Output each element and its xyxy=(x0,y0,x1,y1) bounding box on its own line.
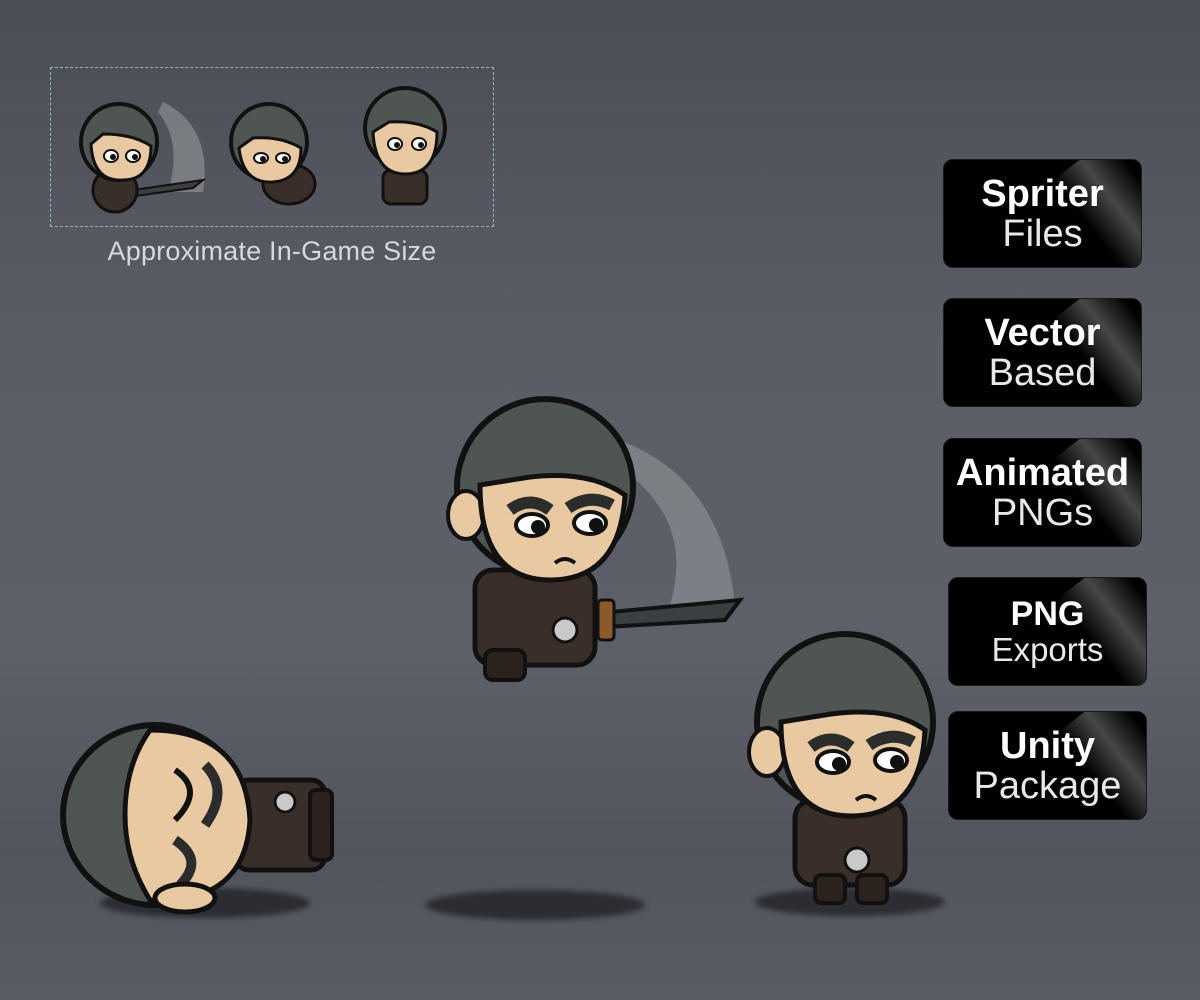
game-asset-preview: Approximate In-Game Size Spriter Files V… xyxy=(0,0,1200,1000)
badge-title: Unity xyxy=(1000,724,1095,767)
badge-subtitle: Files xyxy=(1002,212,1083,255)
badge-subtitle: Based xyxy=(988,351,1097,394)
character-idle-pose xyxy=(747,631,936,905)
feature-badge-png-exports: PNG Exports xyxy=(948,577,1147,686)
badge-title: Spriter xyxy=(981,172,1104,215)
in-game-size-preview xyxy=(50,67,494,227)
preview-caption: Approximate In-Game Size xyxy=(107,236,437,266)
badge-title: Vector xyxy=(984,311,1101,354)
character-dead-pose xyxy=(60,722,334,915)
small-character-attack xyxy=(79,102,207,214)
badge-title: Animated xyxy=(955,451,1130,494)
feature-badge-vector-based: Vector Based xyxy=(943,298,1142,407)
ground-shadow xyxy=(425,890,645,920)
small-character-idle xyxy=(363,86,447,206)
badge-title: PNG xyxy=(1010,595,1085,633)
badge-subtitle: PNGs xyxy=(991,491,1094,534)
feature-badge-animated-pngs: Animated PNGs xyxy=(943,438,1142,547)
feature-badge-spriter-files: Spriter Files xyxy=(943,159,1142,268)
badge-subtitle: Package xyxy=(973,764,1122,807)
small-character-jump xyxy=(229,102,317,206)
feature-badge-unity-package: Unity Package xyxy=(948,711,1147,820)
badge-subtitle: Exports xyxy=(991,631,1104,668)
character-attack-pose xyxy=(446,396,745,682)
